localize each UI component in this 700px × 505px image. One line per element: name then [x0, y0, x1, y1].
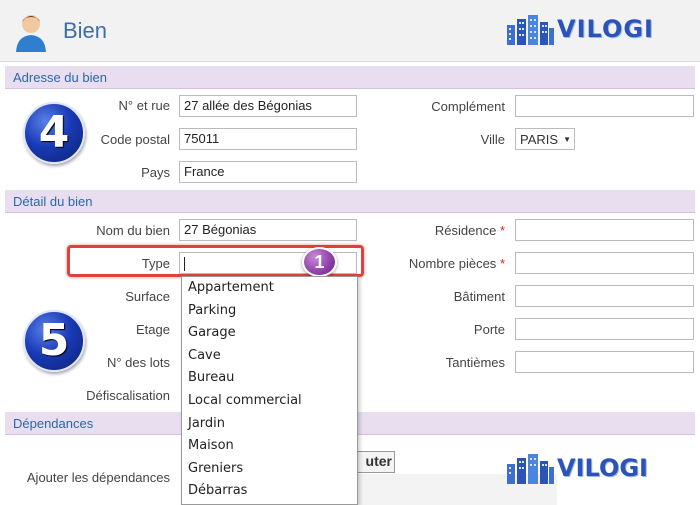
building-label: Bâtiment — [453, 289, 505, 304]
country-label: Pays — [141, 165, 170, 180]
lots-label: N° des lots — [106, 355, 170, 370]
complement-label: Complément — [431, 99, 505, 114]
step-1-marker: 1 — [302, 247, 337, 277]
postal-code-label: Code postal — [100, 132, 170, 147]
user-avatar-icon — [16, 15, 46, 52]
residence-input[interactable] — [515, 219, 694, 241]
type-option-garage[interactable]: Garage — [188, 325, 236, 340]
residence-label: Résidence * — [434, 223, 505, 238]
type-option-greniers[interactable]: Greniers — [188, 461, 243, 476]
property-name-label: Nom du bien — [96, 223, 170, 238]
section-title: Détail du bien — [13, 194, 93, 209]
section-title: Dépendances — [13, 416, 94, 431]
type-option-cave[interactable]: Cave — [188, 348, 221, 363]
buildings-icon — [507, 15, 554, 45]
type-option-bureau[interactable]: Bureau — [188, 370, 234, 385]
brand-logo: VILOGI — [505, 12, 654, 46]
street-input[interactable]: 27 allée des Bégonias — [179, 95, 357, 117]
add-dependencies-label: Ajouter les dépendances — [26, 470, 170, 485]
shares-input[interactable] — [515, 351, 694, 373]
section-title: Adresse du bien — [13, 70, 107, 85]
buildings-icon — [507, 454, 554, 484]
country-input[interactable]: France — [179, 161, 357, 183]
complement-input[interactable] — [515, 95, 694, 117]
city-label: Ville — [480, 132, 505, 147]
section-detail-header: Détail du bien — [5, 190, 695, 213]
page-title: Bien — [63, 18, 108, 43]
street-label: N° et rue — [118, 98, 170, 113]
rooms-label: Nombre pièces * — [408, 256, 505, 271]
defiscalisation-label: Défiscalisation — [86, 388, 170, 403]
type-option-jardin[interactable]: Jardin — [188, 416, 225, 431]
city-select-value: PARIS — [520, 131, 559, 147]
brand-name: VILOGI — [557, 454, 648, 482]
type-option-local-commercial[interactable]: Local commercial — [188, 393, 302, 408]
city-select[interactable]: PARIS ▼ — [515, 128, 575, 150]
type-option-parking[interactable]: Parking — [188, 303, 236, 318]
surface-label: Surface — [125, 289, 170, 304]
rooms-input[interactable] — [515, 252, 694, 274]
type-dropdown-list[interactable]: Appartement Parking Garage Cave Bureau L… — [181, 276, 358, 505]
type-option-debarras[interactable]: Débarras — [188, 483, 247, 498]
property-name-input[interactable]: 27 Bégonias — [179, 219, 357, 241]
section-address-header: Adresse du bien — [5, 66, 695, 89]
shares-label: Tantièmes — [445, 355, 505, 370]
type-option-maison[interactable]: Maison — [188, 438, 234, 453]
chevron-down-icon: ▼ — [563, 134, 571, 144]
brand-name: VILOGI — [557, 15, 654, 43]
door-label: Porte — [473, 322, 505, 337]
page-header: Bien VILOGI — [0, 0, 700, 62]
door-input[interactable] — [515, 318, 694, 340]
building-input[interactable] — [515, 285, 694, 307]
type-option-appartement[interactable]: Appartement — [188, 280, 274, 295]
postal-code-input[interactable]: 75011 — [179, 128, 357, 150]
floor-label: Etage — [136, 322, 170, 337]
brand-logo-footer: VILOGI — [505, 451, 648, 485]
